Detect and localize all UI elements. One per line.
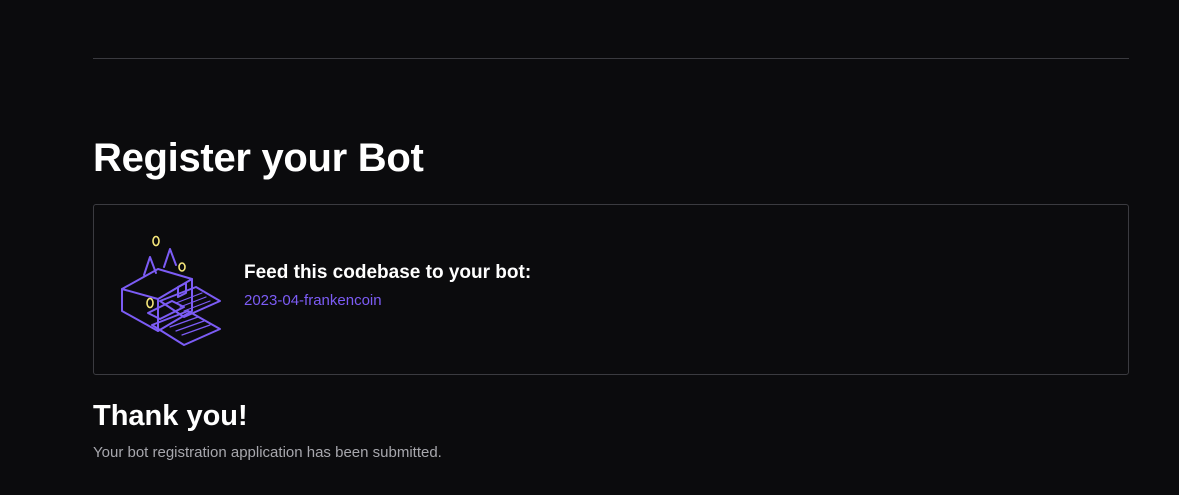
card-heading: Feed this codebase to your bot: xyxy=(244,262,532,283)
thank-you-heading: Thank you! xyxy=(93,400,248,432)
codebase-link[interactable]: 2023-04-frankencoin xyxy=(244,291,382,311)
top-divider xyxy=(93,58,1129,59)
submission-message: Your bot registration application has be… xyxy=(93,444,442,461)
page-title: Register your Bot xyxy=(93,136,424,180)
bot-printer-icon xyxy=(121,235,221,346)
codebase-card: Feed this codebase to your bot: 2023-04-… xyxy=(93,204,1129,375)
card-text: Feed this codebase to your bot: 2023-04-… xyxy=(244,261,531,311)
